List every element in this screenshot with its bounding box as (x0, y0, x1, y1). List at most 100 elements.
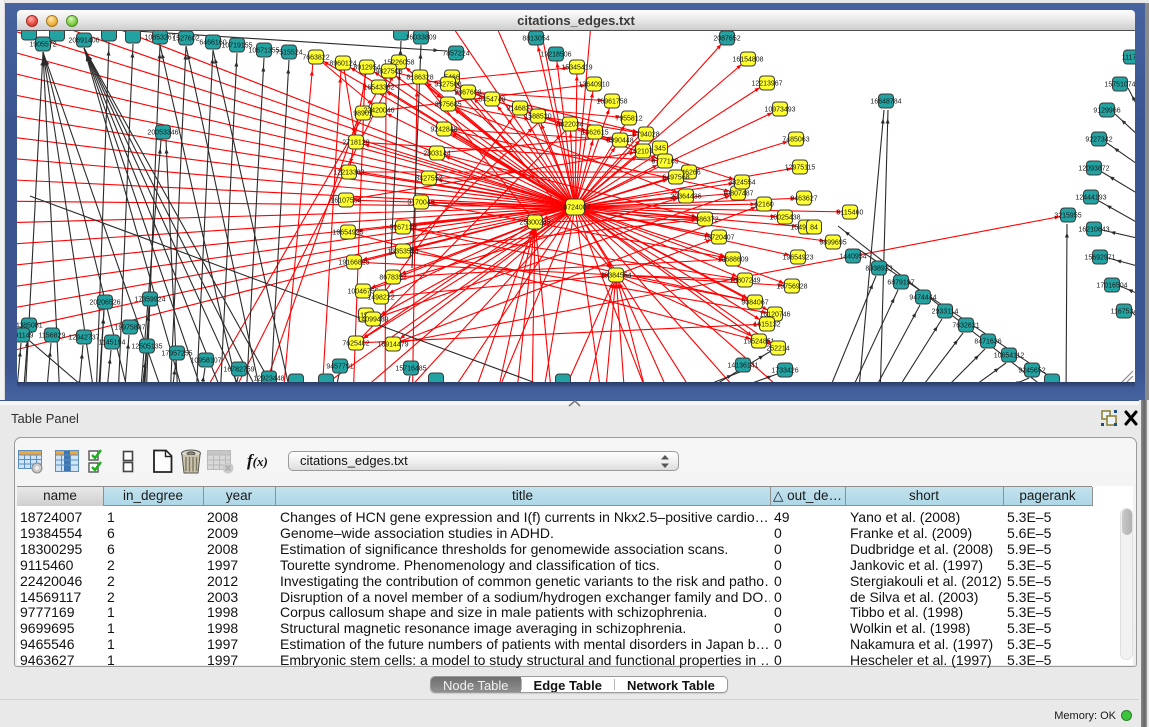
svg-text:252214: 252214 (766, 346, 789, 353)
svg-text:15751074: 15751074 (1104, 82, 1135, 89)
svg-text:20364436: 20364436 (670, 194, 701, 201)
svg-text:3215955: 3215955 (1054, 213, 1081, 220)
svg-text:1167534: 1167534 (1111, 309, 1135, 316)
svg-text:13353594: 13353594 (387, 249, 418, 256)
svg-text:1733426: 1733426 (771, 368, 798, 375)
svg-text:9457791: 9457791 (326, 364, 353, 371)
svg-text:17016504: 17016504 (1096, 283, 1127, 290)
svg-text:6794028: 6794028 (632, 132, 659, 139)
svg-text:17359924: 17359924 (134, 297, 165, 304)
svg-text:19654925: 19654925 (332, 230, 363, 237)
svg-text:1588520: 1588520 (524, 114, 551, 121)
svg-text:62160: 62160 (754, 202, 774, 209)
svg-text:9242848: 9242848 (430, 127, 457, 134)
svg-text:345: 345 (654, 146, 666, 153)
svg-text:2803144: 2803144 (423, 151, 450, 158)
svg-text:8938923: 8938923 (865, 266, 892, 273)
svg-text:19524851: 19524851 (743, 339, 774, 346)
svg-text:3267130: 3267130 (389, 225, 416, 232)
svg-text:10973493: 10973493 (764, 107, 795, 114)
svg-text:12093872: 12093872 (1078, 166, 1109, 173)
svg-text:8822034: 8822034 (556, 122, 583, 129)
svg-text:9227342: 9227342 (1085, 137, 1112, 144)
svg-text:16154808: 16154808 (732, 57, 763, 64)
svg-text:19384554: 19384554 (600, 273, 631, 280)
svg-text:9327508: 9327508 (434, 82, 461, 89)
svg-text:12505135: 12505135 (131, 344, 162, 351)
svg-text:14136141: 14136141 (727, 363, 758, 370)
svg-text:3875685: 3875685 (434, 102, 461, 109)
svg-text:9129966: 9129966 (1093, 108, 1120, 115)
svg-text:2867608: 2867608 (454, 90, 481, 97)
svg-text:9115460: 9115460 (837, 210, 864, 217)
svg-text:1156829: 1156829 (39, 333, 66, 340)
svg-text:25300245: 25300245 (519, 220, 550, 227)
svg-text:10688609: 10688609 (717, 257, 748, 264)
svg-text:16961758: 16961758 (596, 99, 627, 106)
svg-text:8813054: 8813054 (522, 36, 549, 43)
svg-text:22420046: 22420046 (363, 108, 394, 115)
svg-text:19756928: 19756928 (776, 284, 807, 291)
svg-text:19218506: 19218506 (540, 52, 571, 59)
svg-text:7625402: 7625402 (342, 341, 369, 348)
svg-text:9170046: 9170046 (407, 200, 434, 207)
svg-text:7515524: 7515524 (275, 50, 302, 57)
svg-text:20053346: 20053346 (147, 130, 178, 137)
svg-text:12975115: 12975115 (785, 165, 816, 172)
svg-text:7663822: 7663822 (302, 55, 329, 62)
svg-text:9245652: 9245652 (1018, 368, 1045, 375)
svg-text:8678352: 8678352 (379, 275, 406, 282)
svg-text:19654923: 19654923 (782, 255, 813, 262)
svg-text:16107554: 16107554 (330, 198, 361, 205)
svg-text:20206526: 20206526 (89, 300, 120, 307)
svg-text:16648784: 16648784 (870, 99, 901, 106)
svg-text:14099489: 14099489 (357, 317, 388, 324)
svg-text:6879197: 6879197 (887, 280, 914, 287)
svg-text:391149: 391149 (17, 333, 34, 340)
svg-text:9084067: 9084067 (741, 300, 768, 307)
svg-text:12444193: 12444193 (1075, 195, 1106, 202)
svg-text:10654112: 10654112 (994, 353, 1025, 360)
svg-text:19166825: 19166825 (338, 260, 369, 267)
svg-text:20691406: 20691406 (68, 38, 99, 45)
svg-text:7857224: 7857224 (442, 51, 469, 58)
svg-text:8427552: 8427552 (415, 176, 442, 183)
svg-text:10025438: 10025438 (769, 215, 800, 222)
svg-text:12213383: 12213383 (333, 170, 364, 177)
svg-text:9777169: 9777169 (651, 159, 678, 166)
svg-text:8471636: 8471636 (974, 339, 1001, 346)
svg-text:1362615: 1362615 (581, 130, 608, 137)
svg-text:16033809: 16033809 (405, 35, 436, 42)
svg-text:15720407: 15720407 (703, 235, 734, 242)
svg-text:9899695: 9899695 (819, 240, 846, 247)
svg-text:12942737: 12942737 (68, 335, 99, 342)
svg-text:15692971: 15692971 (1084, 255, 1115, 262)
svg-text:16210643: 16210643 (1078, 227, 1109, 234)
svg-text:15716485: 15716485 (395, 366, 426, 373)
svg-text:1498222: 1498222 (367, 295, 394, 302)
svg-text:9146821: 9146821 (506, 106, 533, 113)
svg-text:2933114: 2933114 (932, 309, 959, 316)
svg-text:12213967: 12213967 (751, 81, 782, 88)
svg-text:19975887: 19975887 (114, 325, 145, 332)
svg-text:7632621: 7632621 (952, 323, 979, 330)
svg-text:1615132: 1615132 (753, 322, 780, 329)
svg-text:10853267: 10853267 (144, 35, 175, 42)
svg-text:84: 84 (810, 225, 818, 232)
svg-text:15345419: 15345419 (561, 65, 592, 72)
svg-text:9474444: 9474444 (909, 295, 936, 302)
svg-text:7955812: 7955812 (615, 116, 642, 123)
svg-text:16782759: 16782759 (223, 367, 254, 374)
svg-text:7386372: 7386372 (691, 217, 718, 224)
svg-text:10958107: 10958107 (190, 358, 221, 365)
svg-text:8186328: 8186328 (406, 75, 433, 82)
svg-text:2718129: 2718129 (342, 140, 369, 147)
svg-text:3824554: 3824554 (728, 180, 755, 187)
svg-text:17957255: 17957255 (161, 351, 192, 358)
svg-text:10807487: 10807487 (722, 191, 753, 198)
svg-text:9463627: 9463627 (790, 196, 817, 203)
svg-text:18807249: 18807249 (729, 278, 760, 285)
svg-text:9827503: 9827503 (375, 69, 402, 76)
svg-text:2087652: 2087652 (713, 36, 740, 43)
svg-text:16543382: 16543382 (363, 85, 394, 92)
